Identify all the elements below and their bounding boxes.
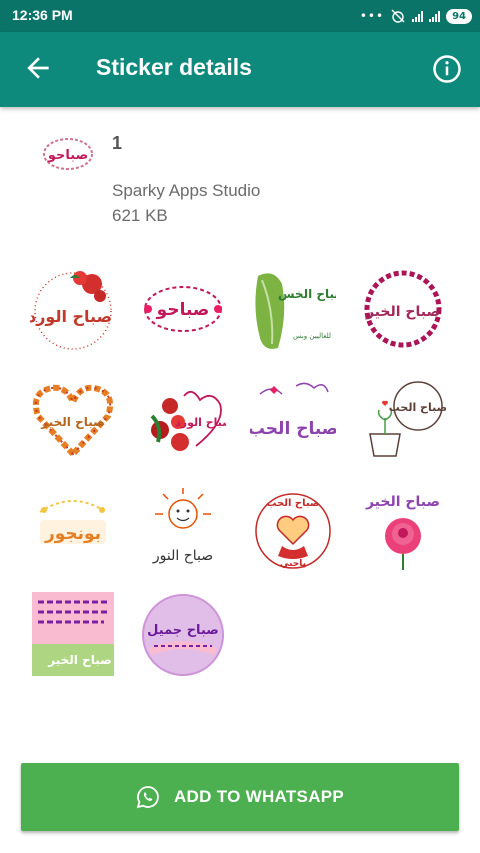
- sticker-1-text: صباح الورد: [30, 307, 112, 326]
- signal-icon: [412, 10, 424, 22]
- info-icon[interactable]: [432, 54, 462, 84]
- pack-tray-icon: صباحو: [43, 138, 93, 170]
- sticker-8-text: صباح الحب: [389, 401, 446, 414]
- sticker-11-subtext: ياحبي: [280, 559, 306, 569]
- status-bar: 12:36 PM ••• 94: [0, 0, 480, 32]
- sticker-14-text: صباح جميل: [147, 623, 219, 638]
- sticker-12-text: صباح الخير: [365, 494, 440, 510]
- sticker-13-text: صباح الخير: [47, 653, 111, 667]
- sticker-3-subtext: للغاليين وبس: [293, 332, 331, 340]
- pack-publisher: Sparky Apps Studio: [112, 181, 261, 200]
- pack-name: 1: [112, 133, 123, 153]
- sticker-7-text: صباح الحب: [250, 419, 336, 439]
- whatsapp-icon: [136, 786, 159, 809]
- sticker-13[interactable]: صباح الخير: [30, 592, 116, 678]
- sticker-9-text: بونجور: [44, 524, 101, 544]
- sticker-3[interactable]: صباح الخس للغاليين وبس: [250, 266, 336, 352]
- app-bar: Sticker details: [0, 32, 480, 107]
- page-title: Sticker details: [96, 54, 252, 80]
- sticker-1[interactable]: صباح الورد: [30, 266, 116, 352]
- alarm-off-icon: [391, 9, 405, 23]
- sticker-6[interactable]: صباح الورد: [140, 376, 226, 462]
- pack-icon-text: صباحو: [47, 148, 88, 163]
- sticker-12[interactable]: صباح الخير: [360, 486, 446, 572]
- sticker-4[interactable]: صباح الخير: [360, 266, 446, 352]
- sticker-14[interactable]: صباح جميل: [140, 592, 226, 678]
- signal-icon-2: [429, 10, 441, 22]
- pack-size: 621 KB: [112, 206, 168, 225]
- sticker-9[interactable]: بونجور: [30, 486, 116, 572]
- sticker-2[interactable]: صباحو: [140, 266, 226, 352]
- sticker-7[interactable]: صباح الحب: [250, 376, 336, 462]
- sticker-11[interactable]: صباح الحب ياحبي: [250, 486, 336, 572]
- status-time: 12:36 PM: [12, 7, 73, 23]
- sticker-grid: صباح الورد صباحو صباح الخس للغاليين وبس …: [30, 266, 454, 686]
- sticker-5[interactable]: صباح الخير: [30, 376, 116, 462]
- sticker-10[interactable]: صباح النور: [140, 486, 226, 572]
- sticker-6-text: صباح الورد: [175, 416, 226, 429]
- sticker-2-text: صباحو: [156, 300, 210, 320]
- sticker-8[interactable]: صباح الحب: [360, 376, 446, 462]
- arrow-left-icon[interactable]: [22, 52, 54, 84]
- sticker-11-text: صباح الحب: [266, 498, 319, 509]
- sticker-10-text: صباح النور: [152, 548, 213, 564]
- status-icons: ••• 94: [360, 6, 472, 26]
- sticker-5-text: صباح الخير: [40, 415, 104, 429]
- add-to-whatsapp-label: ADD TO WHATSAPP: [173, 787, 345, 806]
- sticker-3-text: صباح الخس: [278, 287, 336, 301]
- add-to-whatsapp-button[interactable]: ADD TO WHATSAPP: [21, 763, 459, 831]
- sticker-4-text: صباح الخير: [365, 304, 440, 320]
- notification-dots-icon: •••: [359, 9, 385, 23]
- battery-icon: 94: [446, 8, 472, 24]
